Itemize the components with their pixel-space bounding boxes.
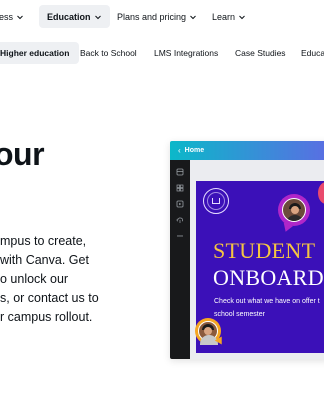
video-icon[interactable] xyxy=(176,200,184,208)
subnav-case-studies[interactable]: Case Studies xyxy=(235,42,286,64)
elements-icon[interactable] xyxy=(176,184,184,192)
hero-title: our xyxy=(0,136,45,172)
hero-line: mpus to create, xyxy=(0,234,87,248)
nav-business[interactable]: ness xyxy=(0,5,24,28)
nav-plans-and-pricing[interactable]: Plans and pricing xyxy=(117,5,197,28)
editor-header: ‹ Home xyxy=(170,141,324,160)
upload-icon[interactable] xyxy=(176,216,184,224)
university-seal-icon xyxy=(203,188,229,214)
template-icon[interactable] xyxy=(176,168,184,176)
back-arrow-icon[interactable]: ‹ xyxy=(178,146,181,155)
subnav-label: Educa xyxy=(301,48,324,58)
chevron-down-icon xyxy=(239,15,245,19)
design-title-line2: ONBOARD xyxy=(213,265,324,290)
nav-learn-label: Learn xyxy=(212,11,236,22)
nav-business-label: ness xyxy=(0,11,14,22)
subnav-label: LMS Integrations xyxy=(154,48,219,58)
more-icon[interactable] xyxy=(176,232,184,240)
editor-home-link[interactable]: Home xyxy=(185,147,204,154)
avatar xyxy=(198,321,218,345)
subnav-label: Back to School xyxy=(80,48,137,58)
subnav-back-to-school[interactable]: Back to School xyxy=(80,42,137,64)
hero-line: s, or contact us to xyxy=(0,291,99,305)
chevron-down-icon xyxy=(190,15,196,19)
hero-description: mpus to create, with Canva. Get o unlock… xyxy=(0,232,112,327)
subnav-lms-integrations[interactable]: LMS Integrations xyxy=(154,42,218,64)
hero-line: with Canva. Get xyxy=(0,253,89,267)
subnav-educators[interactable]: Educa xyxy=(301,42,324,64)
nav-education-label: Education xyxy=(47,11,91,22)
top-nav: ness Education Plans and pricing Learn xyxy=(0,5,324,28)
editor-sidebar xyxy=(170,160,190,359)
student-photo-bubble xyxy=(278,194,310,226)
chevron-down-icon xyxy=(94,15,101,19)
avatar xyxy=(282,198,306,222)
book-icon xyxy=(212,198,220,204)
subnav-label: Higher education xyxy=(0,48,70,58)
design-title-line1: STUDENT xyxy=(213,238,316,263)
nav-plans-label: Plans and pricing xyxy=(117,11,187,22)
nav-education[interactable]: Education xyxy=(39,5,110,28)
nav-learn[interactable]: Learn xyxy=(212,5,246,28)
design-body-line: Check out what we have on offer t xyxy=(214,298,320,305)
chevron-down-icon xyxy=(17,15,23,19)
hero-line: r campus rollout. xyxy=(0,310,93,324)
sub-nav: Higher education Back to School LMS Inte… xyxy=(0,42,324,64)
hero-line: o unlock our xyxy=(0,272,69,286)
design-body-text: Check out what we have on offer t school… xyxy=(214,295,320,321)
subnav-higher-education[interactable]: Higher education xyxy=(0,42,80,64)
design-body-line: school semester xyxy=(214,311,265,318)
subnav-label: Case Studies xyxy=(235,48,286,58)
